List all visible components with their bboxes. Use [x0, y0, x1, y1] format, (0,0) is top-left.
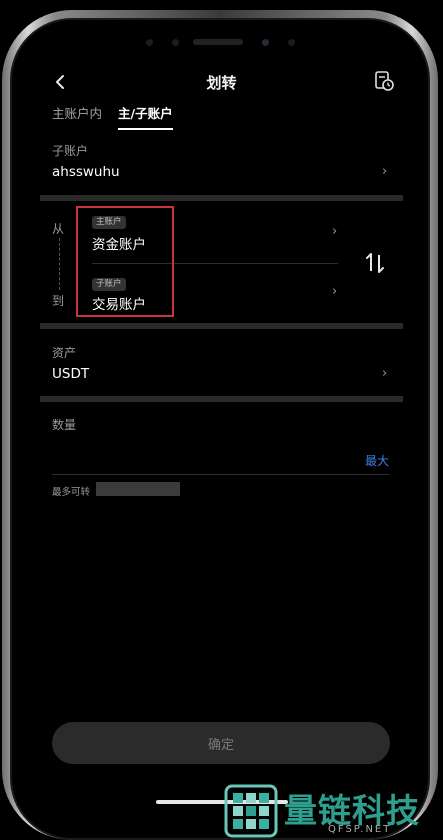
section-divider — [40, 396, 403, 402]
front-camera — [262, 39, 269, 46]
tab-main-account-internal[interactable]: 主账户内 — [52, 106, 102, 130]
amount-label: 数量 — [52, 418, 77, 432]
from-to-connector — [59, 238, 60, 290]
highlight-box — [76, 206, 174, 317]
history-record-icon — [375, 71, 394, 91]
amount-input-underline[interactable] — [52, 474, 389, 475]
swap-arrows-icon — [366, 253, 384, 273]
asset-label: 资产 — [52, 346, 77, 360]
section-divider — [40, 195, 403, 201]
app-screen: 划转 主账户内 主/子账户 子账户 ahsswuhu › 从 到 主账户 资金账… — [34, 30, 409, 820]
history-button[interactable] — [373, 70, 395, 92]
chevron-right-icon[interactable]: › — [332, 284, 337, 299]
subaccount-value[interactable]: ahsswuhu — [52, 164, 120, 180]
asset-value[interactable]: USDT — [52, 366, 89, 382]
sensor-dot — [172, 39, 179, 46]
swap-accounts-button[interactable] — [362, 250, 388, 276]
subaccount-label: 子账户 — [52, 144, 89, 158]
section-divider — [40, 323, 403, 329]
account-tabs: 主账户内 主/子账户 — [52, 106, 173, 130]
watermark-logo-icon — [224, 784, 278, 838]
page-title: 划转 — [206, 74, 237, 92]
earpiece-speaker — [193, 39, 243, 45]
available-amount-redacted — [96, 482, 180, 496]
confirm-button[interactable]: 确定 — [52, 722, 390, 764]
tab-main-sub-account[interactable]: 主/子账户 — [118, 106, 173, 130]
top-navigation-bar: 划转 — [34, 64, 409, 98]
available-amount-label: 最多可转 — [52, 487, 91, 498]
max-amount-button[interactable]: 最大 — [365, 452, 389, 469]
phone-notch — [120, 26, 316, 58]
from-label: 从 — [52, 222, 65, 236]
chevron-right-icon[interactable]: › — [382, 164, 387, 179]
watermark: 量链科技 QFSP.NET — [220, 778, 443, 840]
watermark-subtext: QFSP.NET — [328, 824, 392, 835]
chevron-right-icon[interactable]: › — [382, 366, 387, 381]
chevron-right-icon[interactable]: › — [332, 224, 337, 239]
sensor-dot — [288, 39, 295, 46]
to-label: 到 — [52, 294, 65, 308]
sensor-dot — [146, 39, 153, 46]
